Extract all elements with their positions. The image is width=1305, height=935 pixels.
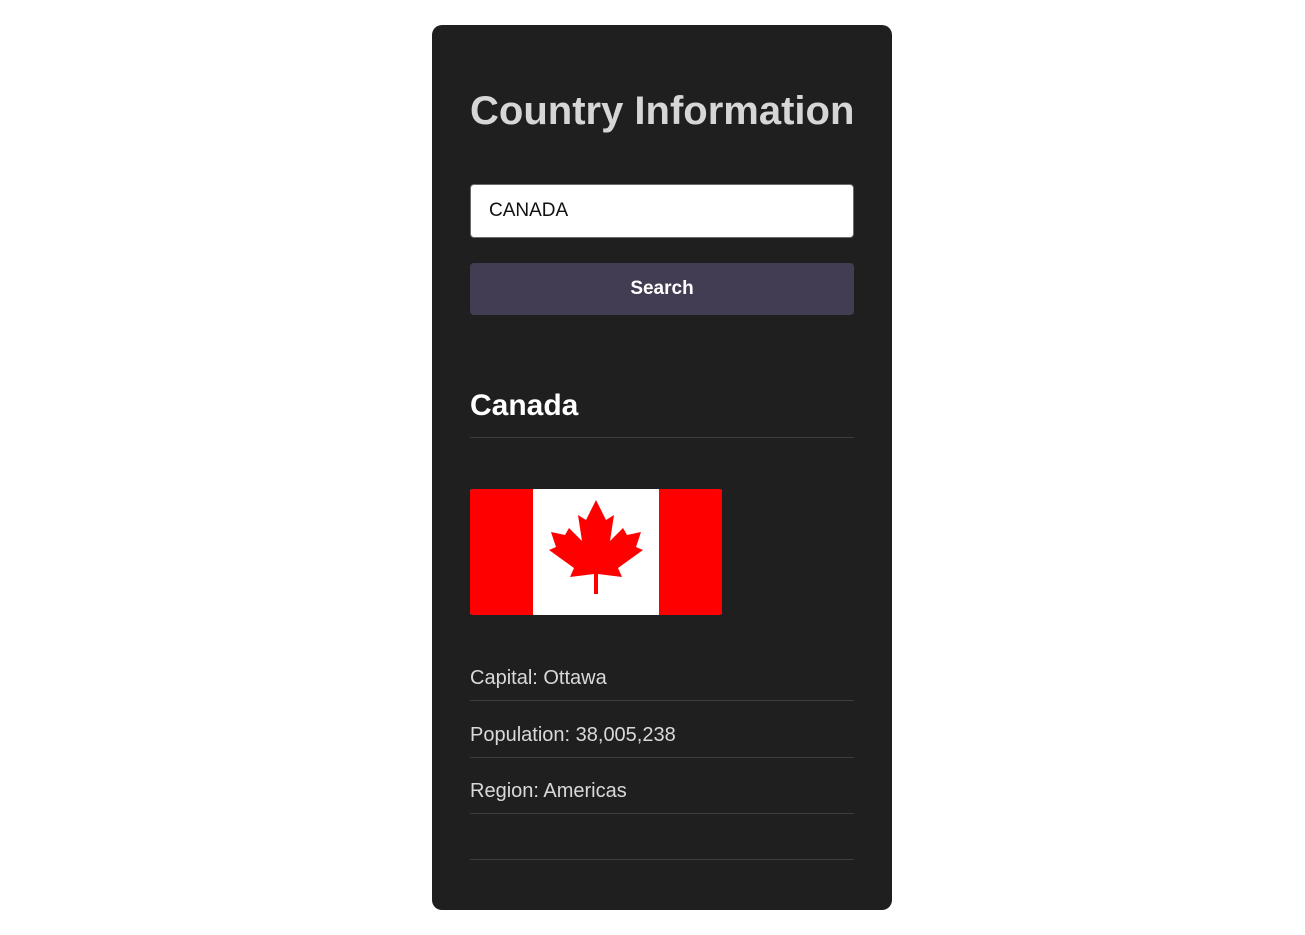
capital-divider	[470, 700, 854, 701]
region-text: Region: Americas	[470, 780, 627, 802]
search-button[interactable]: Search	[470, 263, 854, 315]
country-name-divider	[470, 437, 854, 438]
page-title: Country Information	[470, 89, 855, 133]
country-search-input[interactable]	[470, 184, 854, 238]
population-text: Population: 38,005,238	[470, 724, 676, 746]
capital-text: Capital: Ottawa	[470, 667, 607, 689]
region-divider	[470, 813, 854, 814]
bottom-divider	[470, 859, 854, 860]
canada-flag-icon	[470, 489, 722, 615]
population-divider	[470, 757, 854, 758]
country-info-card: Country Information Search Canada Capita…	[432, 25, 892, 910]
flag-left-band	[470, 489, 533, 615]
country-name-heading: Canada	[470, 389, 579, 422]
flag-right-band	[659, 489, 722, 615]
